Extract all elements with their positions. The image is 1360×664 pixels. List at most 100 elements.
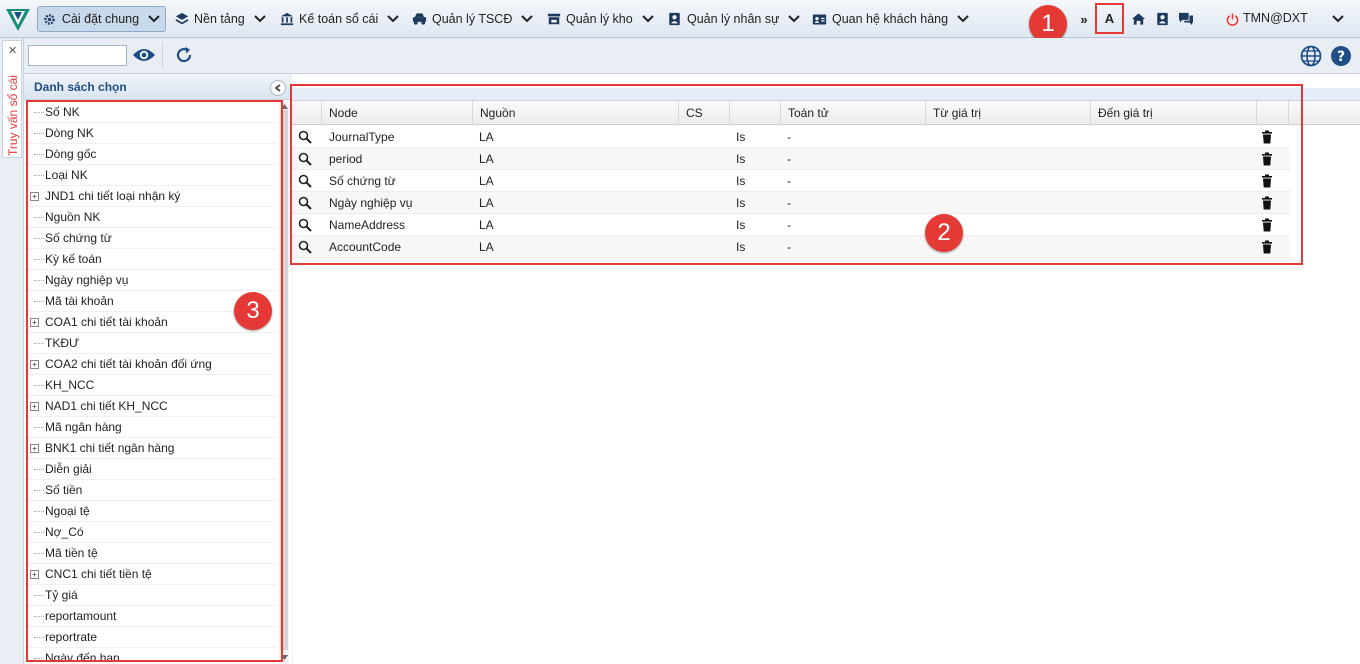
help-icon[interactable]: ? (1330, 45, 1352, 67)
language-button[interactable]: A (1095, 3, 1124, 34)
tree-connector (34, 112, 44, 113)
menu-inventory[interactable]: Quản lý kho (542, 6, 659, 32)
gear-icon (42, 12, 57, 27)
chat-icon[interactable] (1177, 10, 1195, 28)
tree-item[interactable]: Dòng NK (28, 123, 276, 144)
tree-connector (34, 595, 44, 596)
tree-item[interactable]: KH_NCC (28, 375, 276, 396)
tree-item[interactable]: reportrate (28, 627, 276, 648)
tree-item[interactable]: Số chứng từ (28, 228, 276, 249)
tree-item[interactable]: + JND1 chi tiết loại nhận ký (28, 186, 276, 207)
tree-item[interactable]: Kỳ kế toán (28, 249, 276, 270)
tree-connector (34, 238, 44, 239)
refresh-icon[interactable] (175, 46, 193, 64)
menu-label: Quản lý nhân sự (687, 12, 780, 26)
tree-item[interactable]: Dòng gốc (28, 144, 276, 165)
menu-general-ledger[interactable]: Kế toán sổ cái (275, 6, 404, 32)
tree-item[interactable]: Mã tiền tệ (28, 543, 276, 564)
user-name[interactable]: TMN@DXT (1243, 11, 1308, 25)
tree-item[interactable]: Ngoại tệ (28, 501, 276, 522)
tree-item[interactable]: TKĐƯ (28, 333, 276, 354)
expand-icon[interactable]: + (30, 192, 39, 201)
chevron-down-icon (642, 15, 654, 23)
tree-item-label: BNK1 chi tiết ngân hàng (45, 441, 175, 455)
collapse-panel-button[interactable] (270, 80, 286, 96)
tree-item-label: Mã tiền tệ (45, 546, 98, 560)
tree-item[interactable]: + COA2 chi tiết tài khoản đối ứng (28, 354, 276, 375)
tree-item-label: Diễn giải (45, 462, 92, 476)
close-tab-button[interactable]: ✕ (8, 44, 17, 57)
tree-item[interactable]: Nguồn NK (28, 207, 276, 228)
tree-item-label: Số NK (45, 105, 80, 119)
menu-hr[interactable]: Quản lý nhân sự (663, 6, 805, 32)
chevron-down-icon[interactable] (1331, 12, 1345, 26)
choice-list-panel: Danh sách chọn Số NK Dòng NK Dòng gốc Loại … (24, 74, 292, 664)
field-tree: Số NK Dòng NK Dòng gốc Loại NK + JND1 chi tiế… (26, 100, 283, 662)
tree-item[interactable]: Số tiền (28, 480, 276, 501)
profile-icon[interactable] (1153, 10, 1171, 28)
tree-connector (34, 175, 44, 176)
tree-item[interactable]: + BNK1 chi tiết ngân hàng (28, 438, 276, 459)
tree-connector (34, 511, 44, 512)
language-label: A (1104, 11, 1115, 26)
menu-label: Kế toán sổ cái (299, 12, 379, 26)
more-menus-button[interactable]: » (1075, 10, 1093, 28)
tree-connector (34, 616, 44, 617)
layers-icon (174, 12, 189, 27)
menu-crm[interactable]: Quan hệ khách hàng (808, 6, 974, 32)
home-icon[interactable] (1129, 10, 1147, 28)
expand-icon[interactable]: + (30, 360, 39, 369)
tree-connector (34, 553, 44, 554)
search-input[interactable] (28, 45, 127, 66)
contact-card-icon (812, 12, 827, 27)
menu-fixed-assets[interactable]: Quản lý TSCĐ (408, 6, 538, 32)
tree-item-label: Nguồn NK (45, 210, 101, 224)
tree-connector (34, 343, 44, 344)
tree-connector (34, 259, 44, 260)
tab-ledger-query[interactable]: ✕ Truy vấn sổ cái (2, 40, 22, 158)
tree-item-label: TKĐƯ (45, 336, 80, 350)
tree-item[interactable]: Số NK (28, 102, 276, 123)
annotation-badge-3: 3 (234, 292, 272, 330)
tree-item[interactable]: Ngày đến hạn (28, 648, 276, 660)
menu-platform[interactable]: Nền tảng (170, 6, 271, 32)
toolbar: ? (24, 38, 1360, 74)
tree-item-label: Ngoại tệ (45, 504, 90, 518)
menu-label: Quản lý TSCĐ (432, 12, 513, 26)
tree-item-label: Số chứng từ (45, 231, 112, 245)
tree-item-label: COA2 chi tiết tài khoản đối ứng (45, 357, 212, 371)
tree-item[interactable]: Tỷ giá (28, 585, 276, 606)
tree-item[interactable]: reportamount (28, 606, 276, 627)
tree-item[interactable]: Nợ_Có (28, 522, 276, 543)
top-menu-bar: Cài đặt chung Nền tảng Kế toán sổ cái Qu… (0, 0, 1360, 43)
tree-item-label: Dòng NK (45, 126, 94, 140)
tree-item-label: JND1 chi tiết loại nhận ký (45, 189, 181, 203)
tree-item[interactable]: + NAD1 chi tiết KH_NCC (28, 396, 276, 417)
svg-text:?: ? (1337, 49, 1345, 65)
tree-connector (34, 385, 44, 386)
expand-icon[interactable]: + (30, 402, 39, 411)
tree-item[interactable]: Loại NK (28, 165, 276, 186)
chevron-down-icon (148, 15, 160, 23)
tree-item-label: Nợ_Có (45, 525, 84, 539)
store-icon (546, 12, 561, 27)
tree-item[interactable]: Ngày nghiệp vụ (28, 270, 276, 291)
tree-item[interactable]: + CNC1 chi tiết tiền tệ (28, 564, 276, 585)
expand-icon[interactable]: + (30, 444, 39, 453)
expand-icon[interactable]: + (30, 570, 39, 579)
eye-icon[interactable] (132, 46, 156, 64)
splitter[interactable] (292, 265, 298, 664)
menu-label: Nền tảng (194, 12, 245, 26)
expand-icon[interactable]: + (30, 318, 39, 327)
grid-highlight (290, 84, 1303, 265)
app-logo-icon[interactable] (4, 5, 32, 33)
menu-general-settings[interactable]: Cài đặt chung (37, 6, 166, 32)
chevron-down-icon (957, 15, 969, 23)
tree-item-label: Loại NK (45, 168, 88, 182)
globe-icon[interactable] (1300, 45, 1322, 67)
tree-item[interactable]: Diễn giải (28, 459, 276, 480)
tree-item[interactable]: Mã ngân hàng (28, 417, 276, 438)
tree-connector (34, 490, 44, 491)
power-icon[interactable] (1223, 10, 1241, 28)
tree-item-label: CNC1 chi tiết tiền tệ (45, 567, 152, 581)
